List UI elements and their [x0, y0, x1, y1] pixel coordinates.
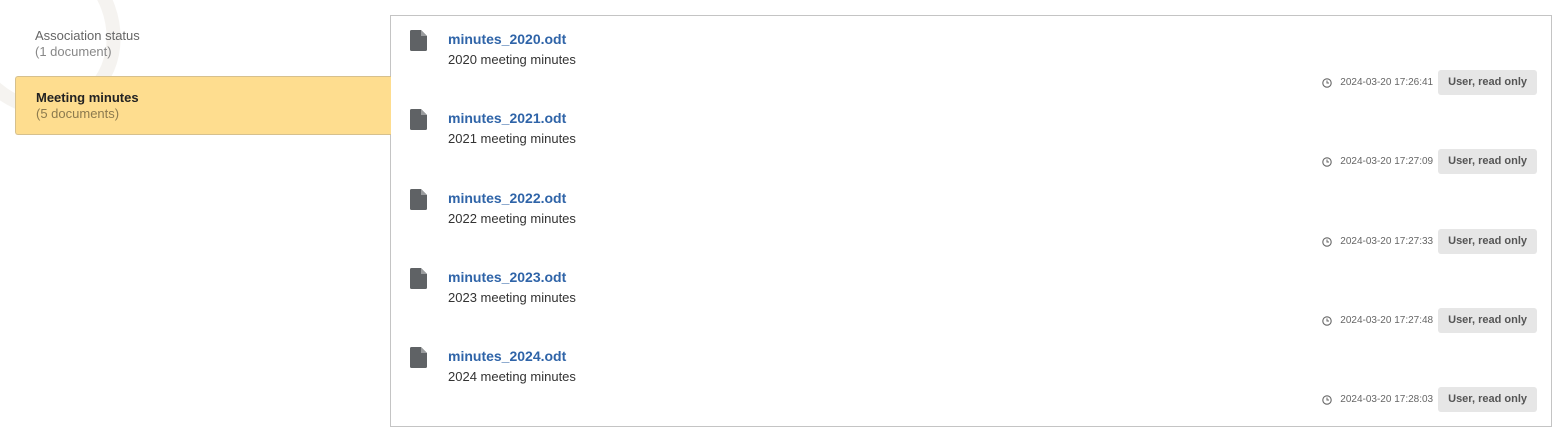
document-meta: 2024-03-20 17:27:09 User, read only	[1322, 149, 1537, 174]
document-link[interactable]: minutes_2023.odt	[448, 269, 566, 285]
clock-icon	[1322, 156, 1333, 167]
document-timestamp: 2024-03-20 17:26:41	[1340, 77, 1434, 88]
access-badge[interactable]: User, read only	[1438, 149, 1537, 174]
document-timestamp: 2024-03-20 17:27:48	[1340, 315, 1434, 326]
document-row: minutes_2021.odt 2021 meeting minutes 20…	[391, 95, 1551, 174]
document-description: 2022 meeting minutes	[448, 211, 576, 226]
document-timestamp: 2024-03-20 17:27:09	[1340, 156, 1434, 167]
file-icon	[410, 268, 427, 289]
file-icon	[410, 109, 427, 130]
file-icon	[410, 189, 427, 210]
document-meta: 2024-03-20 17:27:48 User, read only	[1322, 308, 1537, 333]
document-list-panel: minutes_2020.odt 2020 meeting minutes 20…	[390, 15, 1552, 427]
clock-icon	[1322, 315, 1333, 326]
access-badge[interactable]: User, read only	[1438, 387, 1537, 412]
document-row: minutes_2020.odt 2020 meeting minutes 20…	[391, 16, 1551, 95]
category-list: Association status (1 document) Meeting …	[15, 18, 391, 135]
category-name: Meeting minutes	[36, 90, 139, 105]
document-meta: 2024-03-20 17:28:03 User, read only	[1322, 387, 1537, 412]
file-icon	[410, 347, 427, 368]
document-timestamp: 2024-03-20 17:28:03	[1340, 394, 1434, 405]
document-description: 2023 meeting minutes	[448, 290, 576, 305]
document-description: 2020 meeting minutes	[448, 52, 576, 67]
access-badge[interactable]: User, read only	[1438, 229, 1537, 254]
document-row: minutes_2023.odt 2023 meeting minutes 20…	[391, 254, 1551, 333]
document-timestamp: 2024-03-20 17:27:33	[1340, 236, 1434, 247]
category-name: Association status	[35, 28, 140, 43]
document-link[interactable]: minutes_2021.odt	[448, 110, 566, 126]
category-meeting-minutes[interactable]: Meeting minutes (5 documents)	[15, 76, 391, 135]
clock-icon	[1322, 77, 1333, 88]
category-association-status[interactable]: Association status (1 document)	[15, 18, 391, 68]
document-row: minutes_2022.odt 2022 meeting minutes 20…	[391, 175, 1551, 254]
document-meta: 2024-03-20 17:26:41 User, read only	[1322, 70, 1537, 95]
document-row: minutes_2024.odt 2024 meeting minutes 20…	[391, 333, 1551, 412]
category-count: (1 document)	[35, 44, 112, 59]
category-count: (5 documents)	[36, 106, 120, 121]
clock-icon	[1322, 394, 1333, 405]
file-icon	[410, 30, 427, 51]
document-description: 2024 meeting minutes	[448, 369, 576, 384]
document-link[interactable]: minutes_2024.odt	[448, 348, 566, 364]
access-badge[interactable]: User, read only	[1438, 308, 1537, 333]
clock-icon	[1322, 236, 1333, 247]
document-link[interactable]: minutes_2020.odt	[448, 31, 566, 47]
document-link[interactable]: minutes_2022.odt	[448, 190, 566, 206]
document-meta: 2024-03-20 17:27:33 User, read only	[1322, 229, 1537, 254]
access-badge[interactable]: User, read only	[1438, 70, 1537, 95]
document-description: 2021 meeting minutes	[448, 131, 576, 146]
